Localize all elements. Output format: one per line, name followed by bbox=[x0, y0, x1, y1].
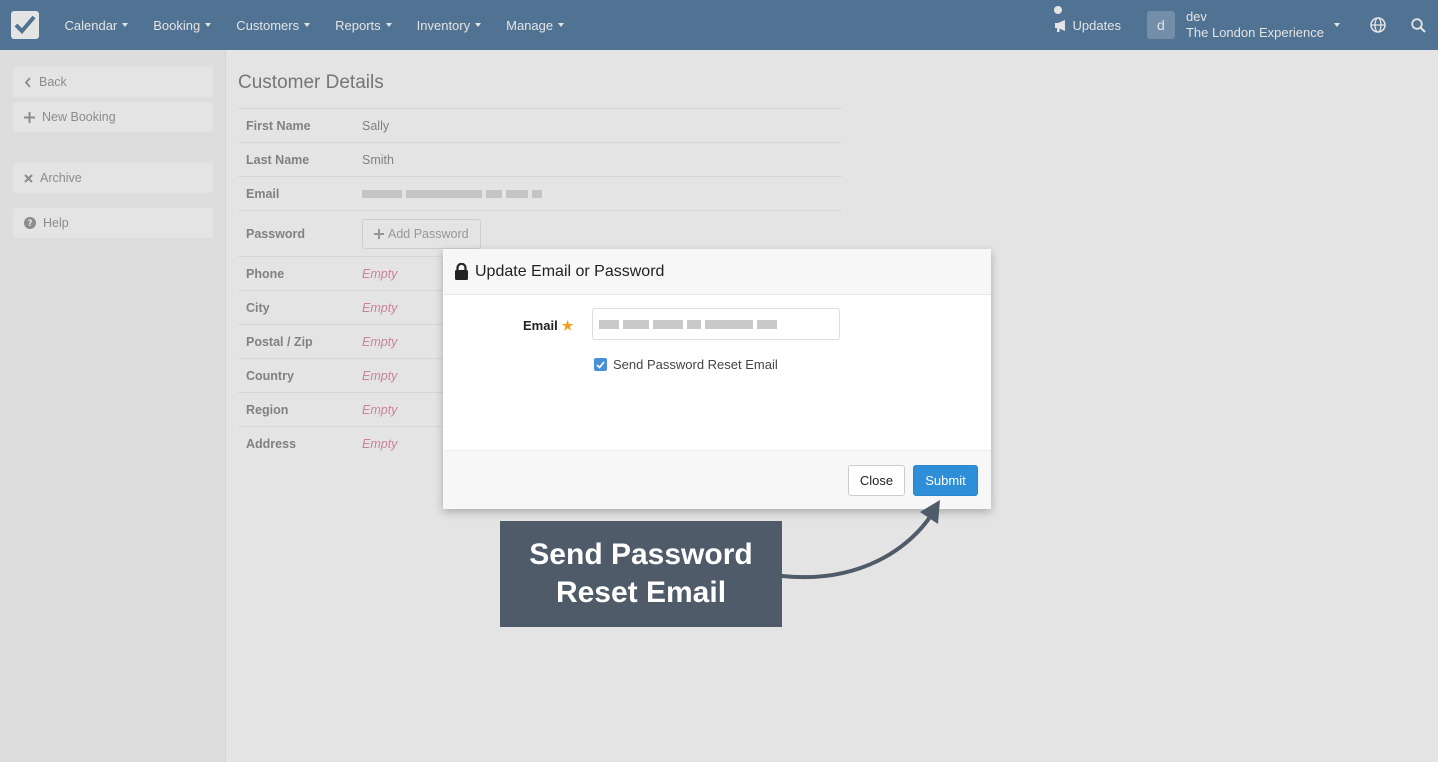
callout-annotation: Send Password Reset Email bbox=[500, 521, 782, 627]
checkmark-icon bbox=[596, 360, 605, 369]
send-reset-checkbox-row[interactable]: Send Password Reset Email bbox=[594, 357, 778, 372]
lock-icon bbox=[455, 263, 468, 280]
redacted-block bbox=[705, 319, 753, 329]
send-reset-label: Send Password Reset Email bbox=[613, 357, 778, 372]
email-input[interactable] bbox=[592, 308, 840, 340]
redacted-block bbox=[599, 319, 619, 329]
email-label-text: Email bbox=[523, 318, 558, 333]
email-label: Email ★ bbox=[523, 318, 573, 334]
redacted-block bbox=[623, 319, 649, 329]
send-reset-checkbox[interactable] bbox=[594, 358, 607, 371]
update-email-modal: Update Email or Password Email ★ Send Pas… bbox=[443, 249, 991, 509]
submit-button[interactable]: Submit bbox=[913, 464, 978, 496]
modal-header: Update Email or Password bbox=[443, 249, 991, 295]
required-star-icon: ★ bbox=[561, 318, 574, 333]
redacted-block bbox=[757, 319, 777, 329]
redacted-block bbox=[687, 319, 701, 329]
callout-text: Send Password Reset Email bbox=[529, 536, 752, 612]
redacted-block bbox=[653, 319, 683, 329]
modal-body: Email ★ Send Password Reset Email bbox=[443, 295, 991, 450]
close-button[interactable]: Close bbox=[848, 464, 905, 496]
callout-line-1: Send Password bbox=[529, 538, 753, 571]
callout-arrow-icon bbox=[780, 500, 940, 580]
callout-line-2: Reset Email bbox=[555, 576, 727, 609]
modal-title: Update Email or Password bbox=[475, 262, 665, 280]
